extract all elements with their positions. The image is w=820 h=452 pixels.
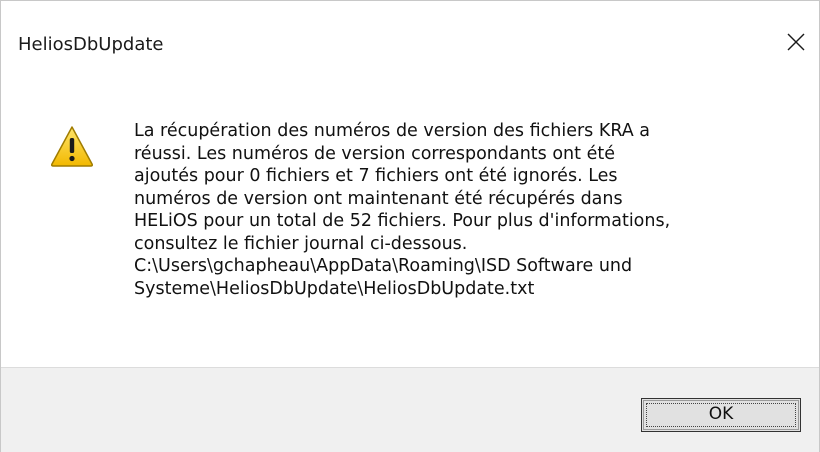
message-text: La récupération des numéros de version d… [134,121,671,299]
message-dialog: HeliosDbUpdate La récupération des numér… [0,0,820,452]
title-bar[interactable]: HeliosDbUpdate [1,1,819,85]
button-bar: OK [1,367,819,452]
warning-icon [50,126,94,167]
close-button[interactable] [773,23,819,63]
dialog-content: La récupération des numéros de version d… [1,85,819,367]
ok-button[interactable]: OK [641,398,801,432]
ok-button-label: OK [708,404,734,424]
window-title: HeliosDbUpdate [18,34,164,55]
close-icon [787,33,805,51]
